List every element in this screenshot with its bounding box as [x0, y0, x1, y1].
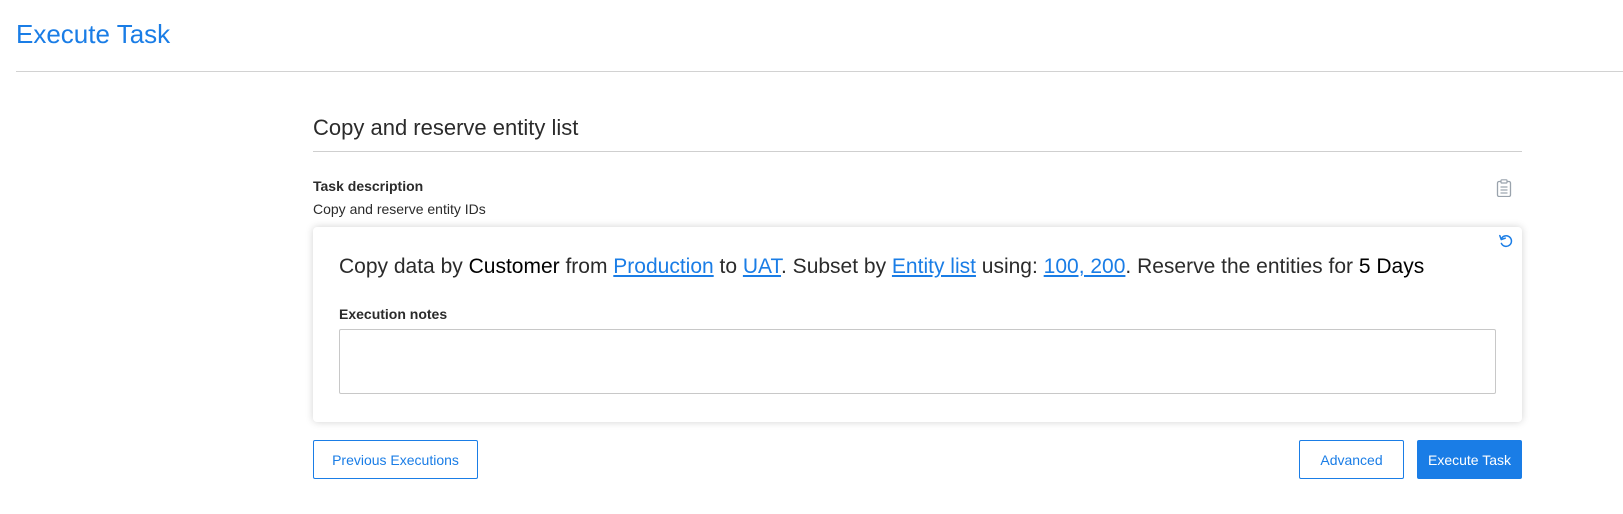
advanced-button[interactable]: Advanced	[1299, 440, 1404, 479]
summary-text: from	[559, 255, 614, 278]
clipboard-icon[interactable]	[1496, 179, 1512, 197]
refresh-icon[interactable]	[1498, 233, 1514, 249]
summary-text: using:	[975, 255, 1044, 278]
execution-notes-label: Execution notes	[339, 306, 448, 322]
target-environment-link[interactable]: UAT	[743, 255, 781, 278]
execution-summary-card: Copy data by Customer from Production to…	[313, 227, 1522, 422]
section-divider	[313, 151, 1522, 152]
summary-entity: Customer	[468, 255, 560, 278]
previous-executions-button[interactable]: Previous Executions	[313, 440, 478, 479]
reserve-duration: 5 Days	[1358, 255, 1425, 278]
task-description-block: Task description Copy and reserve entity…	[313, 177, 1522, 219]
execute-task-button[interactable]: Execute Task	[1417, 440, 1522, 479]
task-panel: Copy and reserve entity list Task descri…	[313, 110, 1522, 479]
execution-notes-input[interactable]	[339, 329, 1496, 394]
summary-text: Copy data by	[339, 255, 469, 278]
summary-text: . Subset by	[781, 255, 892, 278]
task-name: Copy and reserve entity list	[313, 115, 579, 140]
execution-summary-sentence: Copy data by Customer from Production to…	[339, 253, 1496, 281]
entity-ids-link[interactable]: 100, 200	[1044, 255, 1126, 278]
summary-text: . Reserve the entities for	[1125, 255, 1359, 278]
page-title: Execute Task	[16, 19, 171, 49]
subset-method-link[interactable]: Entity list	[892, 255, 976, 278]
action-bar: Previous Executions Advanced Execute Tas…	[313, 440, 1522, 479]
header-divider	[16, 71, 1623, 72]
source-environment-link[interactable]: Production	[613, 255, 713, 278]
task-description-label: Task description	[313, 178, 424, 194]
task-description-value: Copy and reserve entity IDs	[313, 201, 486, 217]
summary-text: to	[713, 255, 743, 278]
